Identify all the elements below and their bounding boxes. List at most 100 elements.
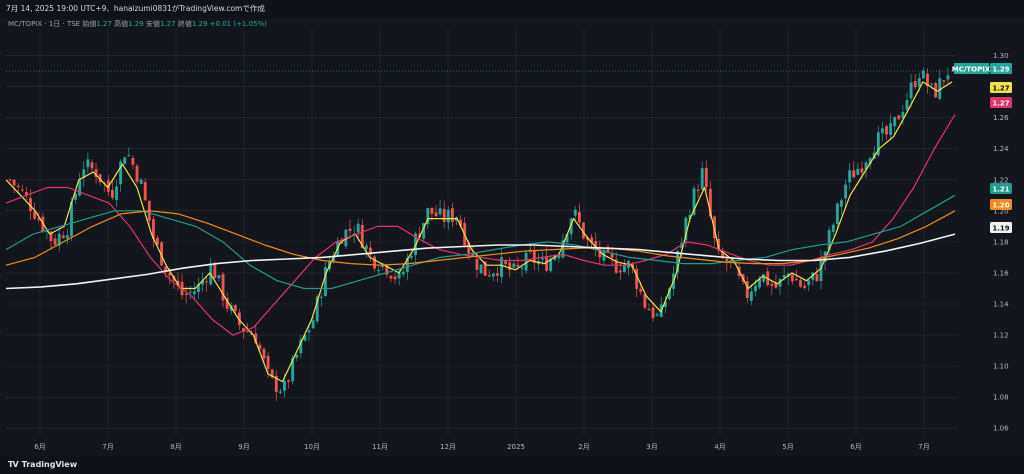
candle-body bbox=[749, 291, 753, 301]
candle-body bbox=[946, 75, 950, 80]
candle-body bbox=[307, 330, 311, 333]
candle-body bbox=[389, 275, 393, 279]
candle-body bbox=[278, 391, 282, 393]
candle-body bbox=[139, 179, 143, 184]
candle-body bbox=[860, 168, 864, 173]
candle-body bbox=[131, 157, 135, 165]
price-tag-value: 1.21 bbox=[992, 186, 1009, 194]
candle-body bbox=[430, 207, 434, 214]
candle-body bbox=[794, 278, 798, 281]
candle-body bbox=[942, 80, 946, 82]
y-tick-label: 1.26 bbox=[993, 114, 1009, 122]
x-tick-label: 6月 bbox=[850, 443, 861, 451]
candle-body bbox=[831, 224, 835, 232]
candle-body bbox=[192, 291, 196, 295]
candle-body bbox=[438, 208, 442, 215]
y-tick-label: 1.30 bbox=[993, 52, 1009, 60]
candle-body bbox=[20, 189, 24, 191]
price-tag-value: 1.20 bbox=[992, 202, 1009, 210]
candle-body bbox=[283, 380, 286, 391]
price-tag: MC/TOPIX 1.29 bbox=[952, 63, 1012, 74]
candle-body bbox=[655, 314, 659, 316]
x-tick-label: 9月 bbox=[238, 443, 249, 451]
candle-body bbox=[16, 185, 20, 187]
candle-body bbox=[885, 126, 888, 135]
x-tick-label: 6月 bbox=[34, 443, 45, 451]
price-tag: 1.19 bbox=[990, 222, 1012, 233]
candle-body bbox=[135, 165, 139, 182]
candle-body bbox=[434, 212, 438, 217]
candle-body bbox=[897, 115, 901, 120]
candle-body bbox=[852, 170, 856, 178]
y-tick-label: 1.18 bbox=[993, 238, 1009, 246]
ma-line-ma_short bbox=[5, 81, 953, 383]
candle-body bbox=[639, 288, 643, 292]
x-tick-label: 11月 bbox=[372, 443, 388, 451]
x-tick-label: 10月 bbox=[304, 443, 320, 451]
price-tag: 1.20 bbox=[990, 199, 1012, 210]
price-chart[interactable]: 1.061.081.101.121.141.161.181.201.221.24… bbox=[0, 0, 1024, 474]
candle-body bbox=[377, 269, 381, 271]
candle-body bbox=[487, 275, 491, 277]
candle-body bbox=[65, 235, 69, 239]
candle-body bbox=[647, 309, 651, 311]
candle-body bbox=[205, 281, 209, 283]
candle-body bbox=[799, 280, 802, 287]
candle-body bbox=[319, 296, 323, 298]
candle-body bbox=[909, 82, 913, 99]
y-tick-label: 1.16 bbox=[993, 269, 1009, 277]
candle-body bbox=[618, 270, 622, 273]
candle-body bbox=[127, 155, 131, 157]
price-tag-value: 1.27 bbox=[992, 85, 1009, 93]
candle-body bbox=[815, 273, 819, 281]
candle-body bbox=[393, 276, 397, 280]
candle-body bbox=[844, 184, 847, 199]
y-tick-label: 1.12 bbox=[993, 332, 1009, 340]
candle-body bbox=[516, 264, 520, 267]
candle-body bbox=[921, 70, 925, 79]
tradingview-brand[interactable]: TV TradingView bbox=[8, 458, 77, 472]
candle-body bbox=[807, 280, 811, 286]
candle-body bbox=[86, 159, 90, 168]
x-tick-label: 7月 bbox=[918, 443, 929, 451]
candle-body bbox=[880, 128, 884, 134]
candle-body bbox=[573, 209, 577, 216]
candle-body bbox=[373, 256, 376, 269]
price-tag-value: 1.29 bbox=[992, 66, 1009, 74]
candle-body bbox=[491, 273, 495, 277]
candle-body bbox=[651, 307, 655, 318]
candle-body bbox=[512, 263, 516, 268]
candle-body bbox=[848, 170, 852, 183]
candle-body bbox=[541, 258, 544, 260]
candle-body bbox=[266, 355, 270, 369]
candle-body bbox=[577, 211, 581, 223]
candle-body bbox=[704, 168, 708, 187]
candle-body bbox=[475, 259, 479, 270]
candle-body bbox=[622, 265, 626, 273]
candle-body bbox=[233, 305, 237, 311]
candle-body bbox=[913, 81, 917, 88]
candle-body bbox=[356, 223, 360, 233]
candle-body bbox=[479, 264, 483, 273]
candle-body bbox=[446, 210, 450, 223]
candle-body bbox=[90, 162, 94, 169]
candle-body bbox=[700, 168, 704, 190]
candle-body bbox=[246, 331, 250, 333]
candle-body bbox=[8, 179, 12, 181]
x-tick-label: 4月 bbox=[714, 443, 725, 451]
candle-body bbox=[287, 380, 290, 382]
candle-body bbox=[397, 272, 401, 279]
y-tick-label: 1.24 bbox=[993, 145, 1009, 153]
tradingview-logo-icon: TV bbox=[8, 460, 19, 469]
price-tag-symbol: MC/TOPIX bbox=[952, 66, 991, 74]
x-tick-label: 3月 bbox=[646, 443, 657, 451]
candle-body bbox=[213, 264, 217, 279]
candle-body bbox=[188, 291, 192, 293]
candle-body bbox=[123, 157, 127, 165]
x-tick-label: 5月 bbox=[782, 443, 793, 451]
chart-window: 7月 14, 2025 19:00 UTC+9、hanaizumi0831がTr… bbox=[0, 0, 1024, 474]
candle-body bbox=[401, 271, 405, 275]
candle-body bbox=[53, 238, 57, 245]
x-tick-label: 2025 bbox=[507, 443, 525, 451]
candle-body bbox=[917, 77, 921, 87]
